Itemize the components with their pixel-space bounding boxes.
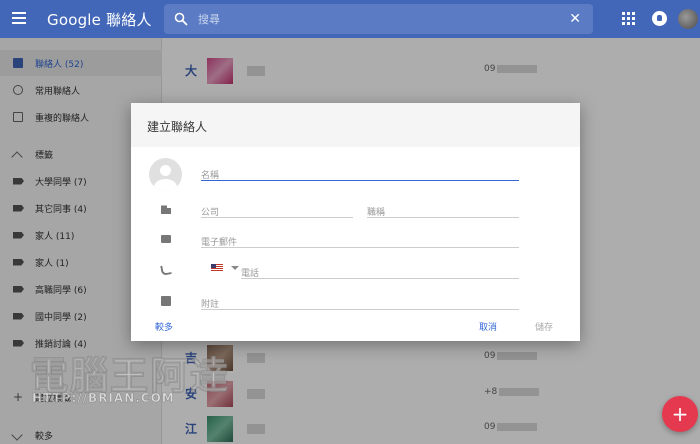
search-input[interactable] [198,10,538,28]
dialog-title: 建立聯絡人 [147,120,208,134]
more-fields-button[interactable]: 較多 [155,320,173,333]
notes-input[interactable] [201,297,519,313]
account-avatar[interactable] [678,9,698,29]
phone-icon [160,264,172,276]
notes-icon [161,296,171,306]
apps-grid-icon[interactable] [622,12,635,25]
contact-photo-placeholder-icon[interactable] [149,158,182,191]
app-title[interactable]: Google 聯絡人 [47,9,152,30]
search-box[interactable]: ✕ [164,4,593,34]
phone-field[interactable] [241,261,519,282]
job-title-input[interactable] [367,205,519,221]
name-input[interactable] [201,168,519,184]
hamburger-menu-icon[interactable] [12,12,26,26]
add-contact-fab[interactable]: + [662,396,698,432]
email-icon [161,235,171,243]
company-icon [161,205,171,214]
job-title-field[interactable] [367,200,519,221]
dialog-header: 建立聯絡人 [131,103,580,147]
country-dropdown-icon[interactable] [231,266,239,270]
clear-search-icon[interactable]: ✕ [569,11,581,27]
email-field[interactable] [201,230,519,251]
watermark-logo: 電腦王阿達 HTTP://BRIAN.COM [29,345,230,440]
cancel-button[interactable]: 取消 [479,320,497,333]
email-input[interactable] [201,235,519,251]
watermark-url: HTTP://BRIAN.COM [32,391,175,406]
company-input[interactable] [201,205,353,221]
create-contact-dialog: 建立聯絡人 較多 取消 儲存 [131,103,580,341]
save-button[interactable]: 儲存 [535,320,553,333]
search-icon [174,12,188,26]
name-field[interactable] [201,163,519,184]
us-flag-icon[interactable] [211,264,223,272]
notifications-icon[interactable] [652,11,667,26]
phone-input[interactable] [241,266,519,282]
company-field[interactable] [201,200,353,221]
top-app-bar: Google 聯絡人 ✕ [0,0,700,38]
notes-field[interactable] [201,292,519,313]
